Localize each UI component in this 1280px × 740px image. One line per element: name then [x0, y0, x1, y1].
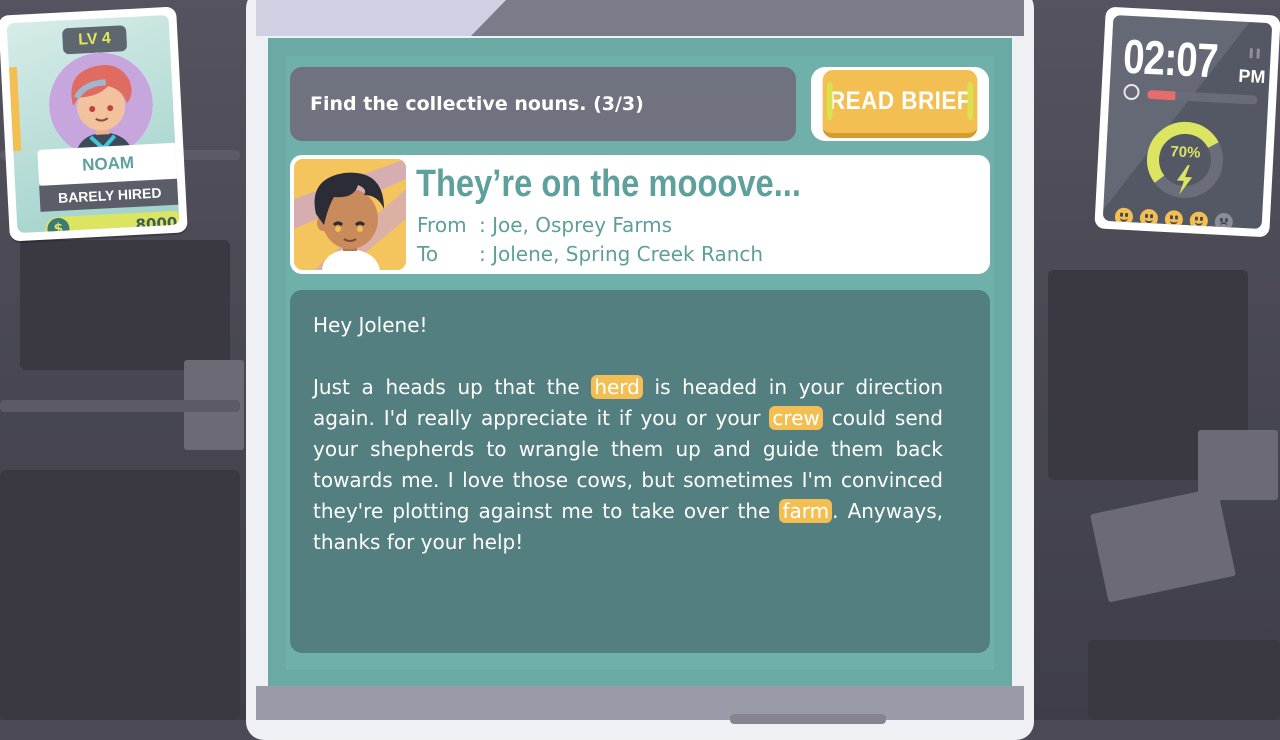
from-value: : Joe, Osprey Farms — [479, 213, 673, 237]
highlighted-word-crew[interactable]: crew — [769, 406, 823, 430]
background-cabinet — [20, 240, 230, 370]
monitor-bottom-bezel — [256, 686, 1024, 720]
sender-avatar — [294, 159, 406, 270]
task-instruction: Find the collective nouns. (3/3) — [290, 67, 796, 141]
background-notepad — [1090, 487, 1236, 603]
background-desk — [0, 470, 240, 720]
email-paragraph: Just a heads up that the herd is headed … — [313, 372, 943, 558]
energy-gauge: 70% — [1147, 121, 1224, 198]
highlighted-word-herd[interactable]: herd — [591, 375, 643, 399]
player-card-body: LV 4 NOAM BARELY HIRED $ 8000 — [6, 14, 180, 234]
face-mouth — [1194, 219, 1203, 226]
happy-face-icon — [1187, 209, 1211, 230]
sad-face-icon — [1212, 210, 1236, 230]
desk-edge — [0, 400, 240, 412]
body-text-segment[interactable]: Just a heads up that the — [313, 375, 591, 399]
money-value: 8000 — [135, 213, 178, 234]
from-label: From — [417, 213, 467, 237]
to-label: To — [417, 242, 439, 266]
card-tab — [8, 66, 22, 152]
background-keyboard — [1198, 430, 1278, 500]
email-greeting: Hey Jolene! — [313, 313, 428, 337]
happy-face-icon — [1137, 206, 1161, 230]
clock-widget[interactable]: 02:07 PM 70% — [1094, 6, 1280, 238]
email-subject: They’re on the mooove... — [416, 163, 801, 205]
button-stripe-left — [827, 82, 833, 120]
happy-face-icon — [1162, 207, 1186, 230]
pause-icon[interactable] — [1249, 48, 1260, 59]
face-mouth — [1144, 216, 1153, 224]
clock-ampm: PM — [1237, 65, 1266, 88]
highlighted-word-farm[interactable]: farm — [779, 499, 833, 523]
monitor-top-highlight — [256, 0, 506, 36]
player-portrait-icon — [48, 52, 153, 158]
task-instruction-text: Find the collective nouns. (3/3) — [310, 93, 644, 115]
read-brief-label: READ BRIEF — [828, 87, 972, 115]
money-bar: $ 8000 — [44, 210, 180, 234]
player-avatar — [46, 49, 156, 160]
face-mouth — [1119, 215, 1128, 223]
sender-portrait-icon — [294, 159, 406, 270]
face-mouth — [1169, 218, 1178, 225]
clock-body: 02:07 PM 70% — [1102, 14, 1273, 230]
to-value: : Jolene, Spring Creek Ranch — [479, 242, 764, 266]
read-brief-button[interactable]: READ BRIEF — [811, 67, 989, 141]
background-drawer — [1088, 640, 1280, 720]
clock-time: 02:07 — [1121, 30, 1219, 89]
level-badge: LV 4 — [61, 25, 128, 55]
monitor-slot — [730, 714, 886, 724]
face-mouth — [1219, 221, 1228, 229]
email-to-row: To : Jolene, Spring Creek Ranch — [417, 242, 763, 266]
happy-face-icon — [1112, 205, 1136, 229]
dollar-icon: $ — [46, 217, 71, 234]
read-brief-face[interactable]: READ BRIEF — [822, 70, 978, 138]
day-progress-fill — [1147, 89, 1176, 101]
email-body-text: Hey Jolene! Just a heads up that the her… — [313, 310, 943, 558]
player-card[interactable]: LV 4 NOAM BARELY HIRED $ 8000 — [0, 6, 188, 242]
email-from-row: From : Joe, Osprey Farms — [417, 213, 672, 237]
energy-label: 70% — [1170, 143, 1201, 162]
button-stripe-right — [967, 82, 973, 120]
